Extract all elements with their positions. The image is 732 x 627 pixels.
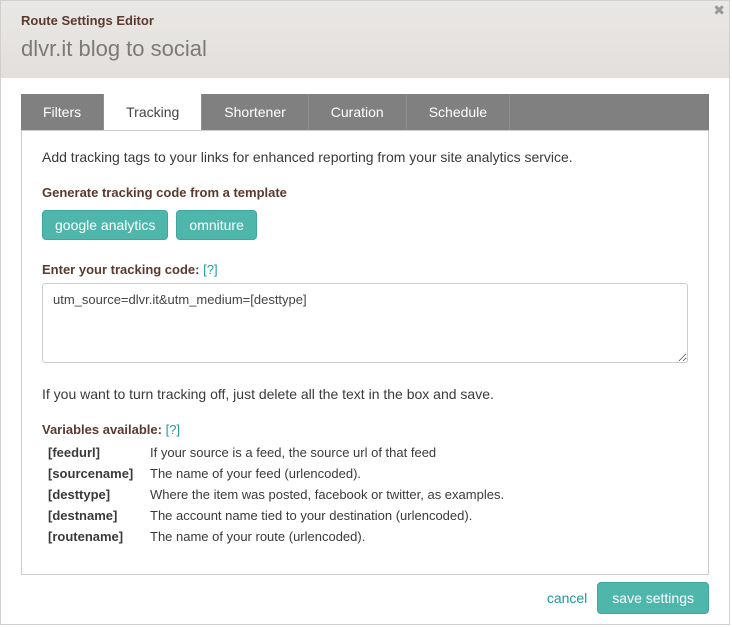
variable-name: [desttype] [42, 487, 150, 502]
variable-name: [sourcename] [42, 466, 150, 481]
tab-shortener[interactable]: Shortener [202, 94, 308, 130]
tracking-code-label: Enter your tracking code: [?] [42, 262, 688, 277]
tracking-code-input[interactable]: utm_source=dlvr.it&utm_medium=[desttype] [42, 283, 688, 363]
tab-curation[interactable]: Curation [309, 94, 407, 130]
tracking-code-label-text: Enter your tracking code: [42, 262, 199, 277]
modal-body: Filters Tracking Shortener Curation Sche… [1, 78, 729, 575]
tab-panel-tracking: Add tracking tags to your links for enha… [21, 130, 709, 575]
variable-row: [desttype] Where the item was posted, fa… [42, 487, 688, 502]
save-settings-button[interactable]: save settings [597, 582, 709, 614]
tab-schedule[interactable]: Schedule [407, 94, 510, 130]
tab-tracking[interactable]: Tracking [104, 94, 202, 130]
omniture-button[interactable]: omniture [176, 210, 256, 240]
tabs-filler [510, 94, 709, 130]
variables-label: Variables available: [?] [42, 422, 688, 437]
template-buttons: google analytics omniture [42, 210, 688, 240]
header-subtitle: dlvr.it blog to social [21, 36, 709, 62]
variable-desc: If your source is a feed, the source url… [150, 445, 688, 460]
modal-header: Route Settings Editor dlvr.it blog to so… [1, 1, 729, 78]
tab-filters[interactable]: Filters [21, 94, 104, 130]
header-title: Route Settings Editor [21, 13, 709, 28]
template-label: Generate tracking code from a template [42, 185, 688, 200]
variable-desc: The account name tied to your destinatio… [150, 508, 688, 523]
variable-desc: The name of your feed (urlencoded). [150, 466, 688, 481]
variable-row: [feedurl] If your source is a feed, the … [42, 445, 688, 460]
variable-desc: The name of your route (urlencoded). [150, 529, 688, 544]
variable-name: [routename] [42, 529, 150, 544]
modal-container: ✖ Route Settings Editor dlvr.it blog to … [0, 0, 730, 625]
variable-row: [sourcename] The name of your feed (urle… [42, 466, 688, 481]
google-analytics-button[interactable]: google analytics [42, 210, 168, 240]
close-icon[interactable]: ✖ [713, 3, 725, 17]
modal-footer: cancel save settings [547, 582, 709, 614]
variable-row: [destname] The account name tied to your… [42, 508, 688, 523]
tracking-code-help-icon[interactable]: [?] [203, 262, 217, 277]
intro-text: Add tracking tags to your links for enha… [42, 149, 688, 165]
variables-help-icon[interactable]: [?] [166, 422, 180, 437]
tabs-bar: Filters Tracking Shortener Curation Sche… [21, 94, 709, 130]
tracking-off-note: If you want to turn tracking off, just d… [42, 386, 688, 402]
variable-name: [feedurl] [42, 445, 150, 460]
variable-desc: Where the item was posted, facebook or t… [150, 487, 688, 502]
variables-label-text: Variables available: [42, 422, 162, 437]
variable-row: [routename] The name of your route (urle… [42, 529, 688, 544]
cancel-button[interactable]: cancel [547, 590, 587, 606]
variable-name: [destname] [42, 508, 150, 523]
